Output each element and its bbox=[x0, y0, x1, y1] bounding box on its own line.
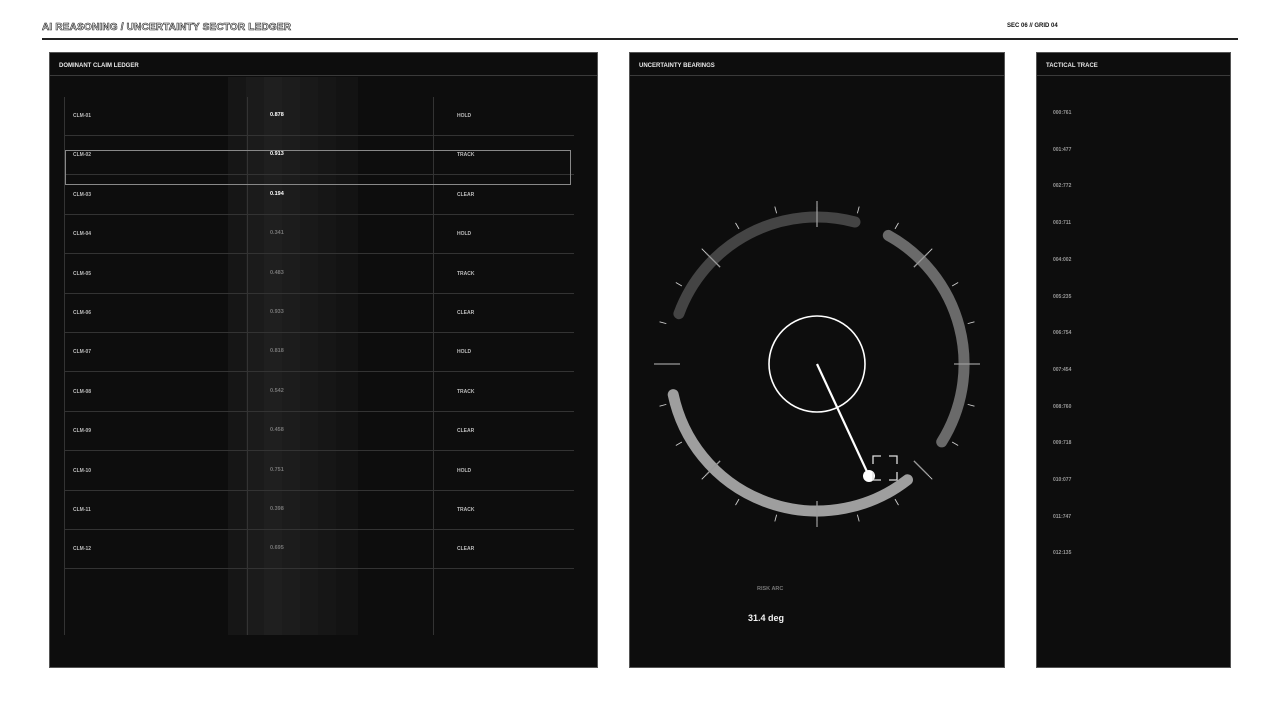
trace-item: 002:772 bbox=[1053, 183, 1072, 190]
claim-id: CLM-07 bbox=[73, 349, 92, 356]
selected-row-outline bbox=[65, 150, 571, 185]
table-row[interactable]: CLM-09 0.458 CLEAR bbox=[64, 412, 574, 452]
dial-tick bbox=[951, 441, 959, 446]
claim-state: TRACK bbox=[457, 507, 475, 513]
table-row[interactable]: CLM-04 0.341 HOLD bbox=[64, 215, 574, 255]
claim-state: CLEAR bbox=[457, 191, 475, 198]
dial-tick bbox=[951, 282, 959, 287]
table-row[interactable]: CLM-10 0.751 HOLD bbox=[64, 452, 574, 491]
claim-state: HOLD bbox=[457, 349, 472, 356]
panel-title: DOMINANT CLAIM LEDGER bbox=[59, 63, 139, 69]
dial-tick bbox=[967, 321, 975, 325]
claim-table: CLM-01 0.878 HOLD CLM-02 0.913 TRACK CLM-03 0.1… bbox=[64, 77, 574, 635]
panel-title: TACTICAL TRACE bbox=[1046, 63, 1098, 69]
panel-header: UNCERTAINTY BEARINGS bbox=[630, 53, 1004, 76]
claim-id: CLM-08 bbox=[73, 388, 92, 395]
panel-header: DOMINANT CLAIM LEDGER bbox=[50, 53, 597, 76]
claim-score: 0.194 bbox=[270, 190, 284, 197]
claim-id: CLM-01 bbox=[73, 113, 92, 119]
claim-score: 0.878 bbox=[270, 112, 284, 118]
tactical-trace-panel: TACTICAL TRACE 000:761 001:477 002:772 003:… bbox=[1036, 52, 1231, 668]
claim-state: HOLD bbox=[457, 231, 472, 238]
table-row[interactable]: CLM-12 0.695 CLEAR bbox=[64, 530, 574, 570]
panel-header: TACTICAL TRACE bbox=[1037, 53, 1230, 76]
dial-tick bbox=[675, 282, 683, 287]
header-divider bbox=[42, 38, 1238, 40]
dial-tick bbox=[659, 403, 667, 407]
claim-score: 0.695 bbox=[270, 545, 284, 552]
arc-mid bbox=[882, 229, 970, 448]
dial-major-tick bbox=[913, 460, 929, 476]
claim-score: 0.458 bbox=[270, 427, 284, 434]
app-title: AI REASONING / UNCERTAINTY SECTOR LEDGER bbox=[42, 22, 292, 34]
trace-item: 012:135 bbox=[1053, 550, 1072, 557]
trace-item: 010:077 bbox=[1053, 477, 1072, 483]
trace-item: 005:235 bbox=[1053, 293, 1072, 300]
dial-tick bbox=[967, 403, 975, 407]
dial-tick bbox=[701, 248, 708, 255]
trace-item: 006:754 bbox=[1053, 330, 1072, 337]
dial-tick bbox=[774, 206, 778, 214]
sector-grid-label: SEC 06 // GRID 04 bbox=[1007, 23, 1058, 29]
dial-tick bbox=[894, 222, 899, 230]
table-row[interactable]: CLM-05 0.483 TRACK bbox=[64, 255, 574, 294]
claim-state: TRACK bbox=[457, 388, 475, 395]
claim-id: CLM-09 bbox=[73, 428, 92, 435]
claim-ledger-panel: DOMINANT CLAIM LEDGER CLM-01 0.878 HOLD CLM… bbox=[49, 52, 598, 668]
claim-score: 0.933 bbox=[270, 309, 284, 315]
claim-id: CLM-12 bbox=[73, 546, 92, 553]
panel-title: UNCERTAINTY BEARINGS bbox=[639, 63, 715, 69]
dial-tick bbox=[701, 473, 708, 480]
bearing-dial[interactable] bbox=[630, 76, 1003, 556]
table-row[interactable]: CLM-07 0.818 HOLD bbox=[64, 333, 574, 373]
trace-item: 004:002 bbox=[1053, 256, 1072, 263]
claim-state: TRACK bbox=[457, 270, 475, 277]
trace-item: 011:747 bbox=[1053, 513, 1072, 520]
dial-tick bbox=[659, 321, 667, 325]
claim-id: CLM-06 bbox=[73, 310, 92, 316]
claim-id: CLM-03 bbox=[73, 191, 92, 198]
top-bar: AI REASONING / UNCERTAINTY SECTOR LEDGER… bbox=[42, 20, 1238, 40]
dial-tick bbox=[735, 498, 740, 506]
table-row[interactable]: CLM-06 0.933 CLEAR bbox=[64, 294, 574, 333]
trace-item: 008:760 bbox=[1053, 403, 1072, 410]
trace-item: 009:718 bbox=[1053, 440, 1072, 447]
dial-tick bbox=[926, 248, 933, 255]
claim-score: 0.341 bbox=[270, 230, 284, 237]
table-row[interactable]: CLM-08 0.542 TRACK bbox=[64, 373, 574, 412]
claim-state: CLEAR bbox=[457, 428, 475, 435]
claim-state: HOLD bbox=[457, 113, 472, 119]
claim-id: CLM-10 bbox=[73, 467, 92, 474]
claim-score: 0.751 bbox=[270, 466, 284, 473]
dial-tick bbox=[735, 222, 740, 230]
dial-tick bbox=[774, 514, 778, 522]
risk-arc-value: 31.4 deg bbox=[748, 613, 785, 623]
arc-dim bbox=[673, 211, 861, 320]
dial-tick bbox=[926, 473, 933, 480]
claim-state: CLEAR bbox=[457, 310, 475, 316]
trace-item: 001:477 bbox=[1053, 146, 1072, 153]
table-row[interactable]: CLM-01 0.878 HOLD bbox=[64, 97, 574, 136]
dial-tick bbox=[894, 498, 899, 506]
trace-item: 000:761 bbox=[1053, 110, 1072, 116]
dial-tick bbox=[856, 514, 860, 522]
claim-score: 0.542 bbox=[270, 387, 284, 394]
claim-state: CLEAR bbox=[457, 546, 475, 553]
claim-score: 0.818 bbox=[270, 348, 284, 355]
claim-score: 0.483 bbox=[270, 269, 284, 276]
uncertainty-bearings-panel: UNCERTAINTY BEARINGS RISK ARC 31.4 deg bbox=[629, 52, 1005, 668]
claim-id: CLM-04 bbox=[73, 231, 92, 238]
target-reticle-icon bbox=[872, 455, 898, 481]
table-row[interactable]: CLM-11 0.398 TRACK bbox=[64, 491, 574, 530]
claim-id: CLM-05 bbox=[73, 270, 92, 277]
trace-item: 007:454 bbox=[1053, 366, 1072, 373]
arc-bright bbox=[667, 389, 913, 517]
claim-id: CLM-11 bbox=[73, 507, 91, 513]
dial-tick bbox=[856, 206, 860, 214]
claim-state: HOLD bbox=[457, 467, 472, 474]
trace-item: 003:711 bbox=[1053, 220, 1072, 227]
claim-score: 0.398 bbox=[270, 506, 284, 512]
risk-arc-label: RISK ARC bbox=[757, 586, 784, 592]
dial-tick bbox=[675, 441, 683, 446]
